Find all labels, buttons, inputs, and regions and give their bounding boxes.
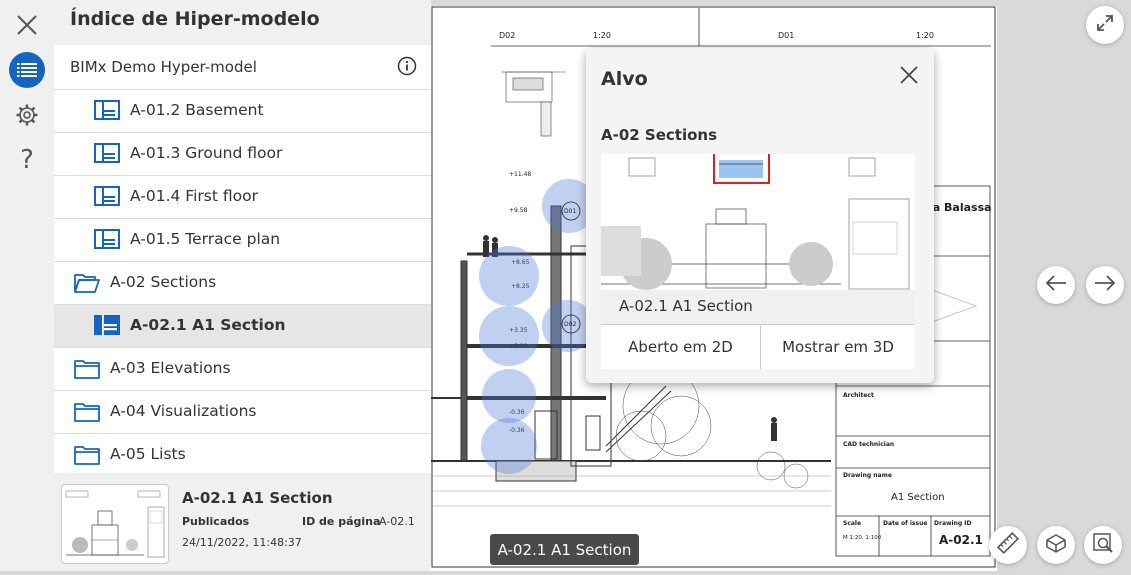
close-icon[interactable]: [900, 66, 918, 88]
title-block-drawing-name: A1 Section: [891, 492, 945, 503]
folder-open-icon: [74, 272, 100, 298]
title-block-scale-label: Scale: [843, 520, 861, 527]
title-block-scale: M 1:20, 1:100: [843, 535, 882, 541]
title-block-drawing-name-label: Drawing name: [843, 472, 892, 479]
info-icon[interactable]: [397, 56, 417, 80]
gear-icon[interactable]: [8, 96, 46, 134]
magnifier-page-icon: [1091, 531, 1115, 559]
detail-tag-d02: D02: [499, 31, 515, 40]
layout-icon: [94, 186, 120, 210]
published-date: 24/11/2022, 11:48:37: [182, 536, 302, 549]
ruler-icon: [996, 531, 1020, 559]
title-block-date-label: Date of issue: [883, 520, 927, 527]
expand-icon: [1095, 13, 1115, 37]
panel-title: Índice de Hiper-modelo: [70, 8, 320, 30]
close-icon[interactable]: [8, 6, 46, 44]
layout-icon: [94, 315, 120, 339]
tree-item-a-04[interactable]: A-04 Visualizations: [54, 391, 431, 434]
level-label: +11.48: [509, 171, 531, 178]
hotspot: [482, 369, 536, 423]
tree-item-label: A-03 Elevations: [110, 359, 231, 377]
tree-item-label: A-01.5 Terrace plan: [130, 230, 281, 248]
target-popup: Alvo A-02 Sections A-02.1 A1 Section Abe…: [586, 48, 934, 383]
previous-page-button[interactable]: [1037, 266, 1075, 304]
detail-tag-d01: D01: [778, 31, 794, 40]
callout-d01: D01: [564, 208, 576, 215]
level-label: +9.58: [509, 207, 528, 214]
tree-item-label: A-04 Visualizations: [110, 402, 257, 420]
project-name: BIMx Demo Hyper-model: [70, 58, 257, 76]
folder-icon: [74, 401, 100, 427]
title-block-id: A-02.1: [939, 533, 983, 547]
tree-item-label: A-01.4 First floor: [130, 187, 258, 205]
layout-icon: [94, 229, 120, 253]
hotspot: [479, 246, 539, 306]
popup-section-name: A-02 Sections: [601, 126, 718, 144]
current-page-tooltip: A-02.1 A1 Section: [490, 534, 639, 565]
measure-button[interactable]: [989, 526, 1027, 564]
callout-d02: D02: [564, 321, 576, 328]
tree-item-a-02[interactable]: A-02 Sections: [54, 262, 431, 305]
hotspot: [481, 418, 537, 474]
title-block-cad: CAD technician: [843, 441, 894, 448]
cube-icon: [1044, 531, 1068, 559]
zoom-search-button[interactable]: [1084, 526, 1122, 564]
tree-item-label: A-01.3 Ground floor: [130, 144, 283, 162]
index-list-button[interactable]: [8, 51, 46, 89]
tree-item-label: A-02.1 A1 Section: [130, 316, 286, 334]
hotspot: [479, 306, 539, 366]
tree-item-a-01-2[interactable]: A-01.2 Basement: [54, 90, 431, 133]
layout-icon: [94, 143, 120, 167]
layout-icon: [94, 100, 120, 124]
fullscreen-button[interactable]: [1086, 6, 1124, 44]
title-block-id-label: Drawing ID: [934, 520, 971, 527]
target-preview-image[interactable]: [601, 154, 915, 290]
help-icon[interactable]: ?: [8, 141, 46, 179]
popup-title: Alvo: [601, 68, 648, 90]
left-rail: ?: [0, 0, 54, 571]
page-thumbnail[interactable]: [61, 484, 169, 564]
folder-icon: [74, 444, 100, 470]
detail-scale-b: 1:20: [916, 31, 934, 40]
tree-item-a-03[interactable]: A-03 Elevations: [54, 348, 431, 391]
folder-icon: [74, 358, 100, 384]
project-row[interactable]: BIMx Demo Hyper-model: [54, 45, 431, 90]
title-block-architect: Architect: [843, 392, 874, 399]
title-block-client: la Balassa: [929, 201, 992, 214]
selected-page-title: A-02.1 A1 Section: [182, 489, 333, 507]
index-tree: A-01.2 Basement A-01.3 Ground floor A-01…: [54, 90, 431, 477]
arrow-left-icon: [1044, 273, 1068, 297]
page-id-label: ID de página: [302, 515, 381, 528]
detail-scale-a: 1:20: [593, 31, 611, 40]
popup-caption: A-02.1 A1 Section: [601, 290, 915, 324]
tree-item-a-01-3[interactable]: A-01.3 Ground floor: [54, 133, 431, 176]
tree-item-label: A-02 Sections: [110, 273, 217, 291]
tree-item-a-02-1[interactable]: A-02.1 A1 Section: [54, 305, 431, 348]
list-icon: [9, 52, 45, 88]
hypermodel-index-panel: Índice de Hiper-modelo BIMx Demo Hyper-m…: [54, 0, 431, 571]
tree-item-a-01-5[interactable]: A-01.5 Terrace plan: [54, 219, 431, 262]
3d-view-button[interactable]: [1037, 526, 1075, 564]
arrow-right-icon: [1093, 273, 1117, 297]
published-label: Publicados: [182, 515, 250, 528]
selected-page-info: A-02.1 A1 Section Publicados 24/11/2022,…: [54, 473, 431, 571]
tree-item-a-05[interactable]: A-05 Lists: [54, 434, 431, 477]
tree-item-label: A-01.2 Basement: [130, 101, 264, 119]
tree-item-label: A-05 Lists: [110, 445, 186, 463]
show-in-3d-button[interactable]: Mostrar em 3D: [761, 324, 915, 369]
open-in-2d-button[interactable]: Aberto em 2D: [601, 324, 761, 369]
next-page-button[interactable]: [1086, 266, 1124, 304]
popup-caption-text: A-02.1 A1 Section: [619, 297, 753, 315]
tree-item-a-01-4[interactable]: A-01.4 First floor: [54, 176, 431, 219]
page-id-value: A-02.1: [379, 515, 415, 528]
